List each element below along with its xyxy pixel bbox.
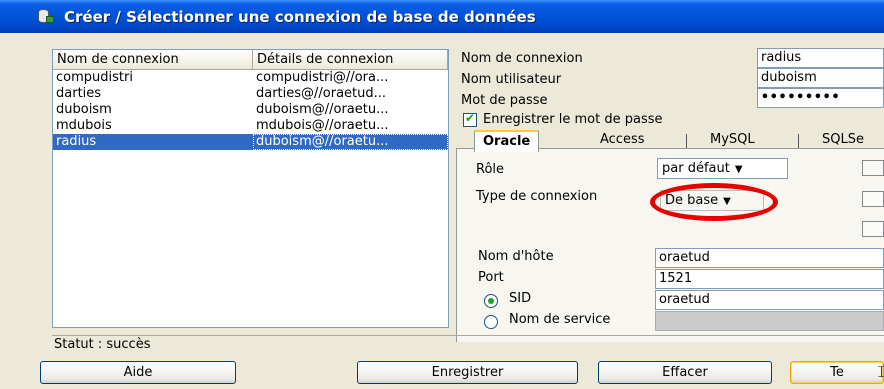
hostname-label: Nom d'hôte <box>478 249 554 264</box>
column-header-details[interactable]: Détails de connexion <box>253 50 448 69</box>
window-title: Créer / Sélectionner une connexion de ba… <box>64 7 536 26</box>
connection-row-radius[interactable]: radius duboism@//oraetu... <box>53 134 448 150</box>
clear-button[interactable]: Effacer <box>598 361 772 384</box>
tab-mysql[interactable]: MySQL <box>710 130 755 152</box>
service-name-radio[interactable] <box>484 315 498 329</box>
tab-sqlserver[interactable]: SQLSe <box>822 130 864 152</box>
connection-details: duboism@//oraetu... <box>255 102 389 117</box>
connection-row-darties[interactable]: darties darties@//oraetud... <box>53 86 448 102</box>
connection-name: compudistri <box>56 70 133 85</box>
option-checkbox[interactable] <box>862 191 884 207</box>
help-button[interactable]: Aide <box>40 361 236 384</box>
connection-name-label: Nom de connexion <box>461 51 583 66</box>
tab-access[interactable]: Access <box>600 130 645 152</box>
connection-details: darties@//oraetud... <box>255 86 387 101</box>
sid-radio[interactable] <box>484 294 498 308</box>
save-password-checkbox[interactable] <box>463 111 477 127</box>
hostname-field[interactable]: oraetud <box>655 248 884 268</box>
connection-row-compudistri[interactable]: compudistri compudistri@//ora... <box>53 70 448 86</box>
port-field[interactable]: 1521 <box>655 269 884 289</box>
tab-separator <box>798 134 799 148</box>
connection-type-dropdown[interactable]: De base ▼ <box>660 190 764 211</box>
connection-name: radius <box>56 134 97 149</box>
tab-separator <box>686 134 687 148</box>
connection-details: compudistri@//ora... <box>255 70 389 85</box>
title-bar: Créer / Sélectionner une connexion de ba… <box>0 0 884 33</box>
chevron-down-icon: ▼ <box>734 164 743 175</box>
connection-name: duboism <box>56 102 112 117</box>
role-label: Rôle <box>476 162 505 177</box>
username-label: Nom utilisateur <box>461 72 562 87</box>
chevron-down-icon: ▼ <box>723 196 731 207</box>
option-checkbox[interactable] <box>862 160 884 176</box>
status-text: Statut : succès <box>54 337 151 352</box>
connection-name-field[interactable]: radius <box>757 48 884 68</box>
service-name-label: Nom de service <box>509 312 611 327</box>
column-header-name[interactable]: Nom de connexion <box>53 50 253 69</box>
connection-details: mdubois@//oraetu... <box>255 118 389 133</box>
text-cursor-icon: 𝙸 <box>876 362 884 381</box>
connection-type-label: Type de connexion <box>476 189 598 204</box>
connection-name: mdubois <box>56 118 112 133</box>
connection-type-value: De base <box>665 193 719 208</box>
role-value: par défaut <box>662 161 730 176</box>
connection-row-mdubois[interactable]: mdubois mdubois@//oraetu... <box>53 118 448 134</box>
save-password-label: Enregistrer le mot de passe <box>483 112 663 127</box>
connection-details: duboism@//oraetu... <box>252 134 448 150</box>
connection-row-duboism[interactable]: duboism duboism@//oraetu... <box>53 102 448 118</box>
password-label: Mot de passe <box>461 93 548 108</box>
sid-label: SID <box>509 291 532 306</box>
status-divider <box>52 335 884 336</box>
database-connection-icon <box>38 8 54 25</box>
port-label: Port <box>478 270 504 285</box>
test-button[interactable]: Te <box>790 361 884 384</box>
list-header: Nom de connexion Détails de connexion <box>53 50 448 70</box>
option-checkbox[interactable] <box>862 221 884 237</box>
password-field[interactable]: ••••••••• <box>757 88 884 108</box>
service-name-field[interactable] <box>655 311 884 331</box>
tab-oracle[interactable]: Oracle <box>474 130 540 152</box>
connection-name: darties <box>56 86 102 101</box>
username-field[interactable]: duboism <box>757 68 884 88</box>
role-dropdown[interactable]: par défaut ▼ <box>657 158 788 179</box>
connection-list[interactable]: Nom de connexion Détails de connexion co… <box>52 49 449 328</box>
save-button[interactable]: Enregistrer <box>357 361 578 384</box>
sid-field[interactable]: oraetud <box>655 290 884 310</box>
